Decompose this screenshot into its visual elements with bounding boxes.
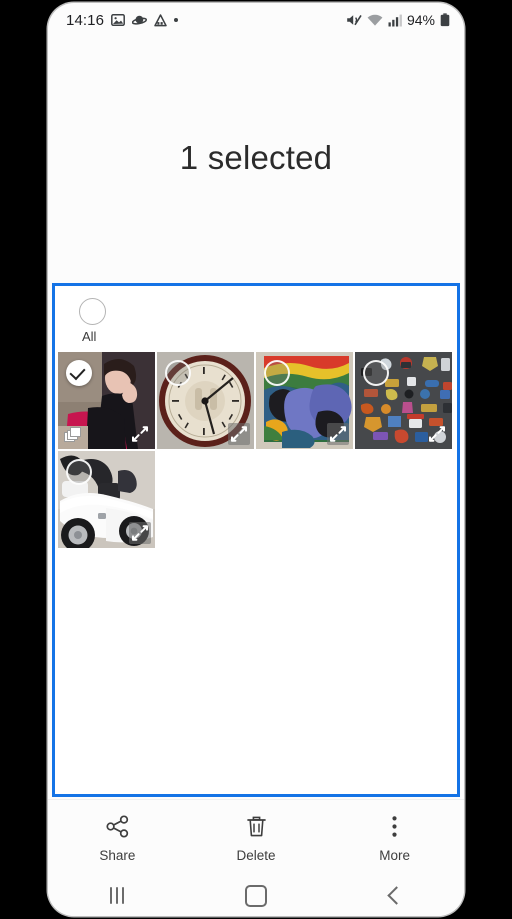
delete-button[interactable]: Delete	[187, 814, 326, 863]
thumbnail-grid	[55, 352, 457, 548]
thumbnail-antique-roman-numeral-clock[interactable]	[157, 352, 254, 449]
signal-icon	[388, 14, 402, 26]
expand-icon[interactable]	[129, 522, 151, 544]
expand-icon[interactable]	[228, 423, 250, 445]
battery-icon	[440, 13, 450, 27]
thumbnail-select-circle-icon[interactable]	[363, 360, 389, 386]
phone-screen: 14:16 94% 1 selected All Share Delete Mo…	[48, 3, 464, 916]
gallery-selection-panel: All	[52, 283, 460, 797]
home-icon	[245, 884, 267, 907]
thumbnail-blue-horses-painting[interactable]	[256, 352, 353, 449]
thumbnail-select-circle-icon[interactable]	[165, 360, 191, 386]
share-icon	[106, 814, 128, 838]
saturn-icon	[132, 15, 148, 25]
status-bar-clock: 14:16	[66, 11, 105, 29]
select-all-checkbox[interactable]	[79, 298, 106, 325]
mute-icon	[347, 14, 362, 26]
system-navigation-bar	[48, 875, 464, 916]
expand-icon[interactable]	[426, 423, 448, 445]
thumbnail-selected-check-icon[interactable]	[66, 360, 92, 386]
overflow-menu-icon	[392, 815, 397, 837]
status-bar: 14:16 94%	[48, 3, 464, 37]
delete-label: Delete	[236, 847, 276, 863]
thumbnail-pin-badge-collection-board[interactable]	[355, 352, 452, 449]
thumbnail-portrait-woman-leather-jacket[interactable]	[58, 352, 155, 449]
expand-icon[interactable]	[327, 423, 349, 445]
thumbnail-select-circle-icon[interactable]	[264, 360, 290, 386]
share-label: Share	[99, 847, 136, 863]
bottom-action-bar: Share Delete More	[48, 799, 464, 876]
burst-stack-icon	[64, 427, 82, 443]
more-button[interactable]: More	[325, 814, 464, 863]
page-title: 1 selected	[179, 139, 333, 176]
thumbnail-select-circle-icon[interactable]	[66, 459, 92, 485]
back-chevron-icon	[387, 886, 406, 905]
status-bar-right: 94%	[346, 12, 450, 28]
header-area: 1 selected	[48, 37, 464, 279]
battery-percent-label: 94%	[406, 12, 435, 28]
recents-button[interactable]	[48, 887, 187, 904]
status-bar-left: 14:16	[66, 12, 346, 29]
share-button[interactable]: Share	[48, 814, 187, 863]
more-label: More	[379, 847, 411, 863]
home-button[interactable]	[187, 884, 326, 907]
select-all-row[interactable]: All	[55, 286, 457, 344]
trash-icon	[246, 816, 266, 836]
dot-icon	[174, 18, 179, 22]
image-icon	[111, 14, 125, 26]
wifi-icon	[367, 14, 383, 26]
expand-icon[interactable]	[129, 423, 151, 445]
thumbnail-white-toy-ride-on-car[interactable]	[58, 451, 155, 548]
android-auto-icon	[154, 13, 167, 26]
recents-icon	[110, 887, 125, 904]
select-all-label: All	[82, 329, 97, 344]
back-button[interactable]	[325, 886, 464, 905]
